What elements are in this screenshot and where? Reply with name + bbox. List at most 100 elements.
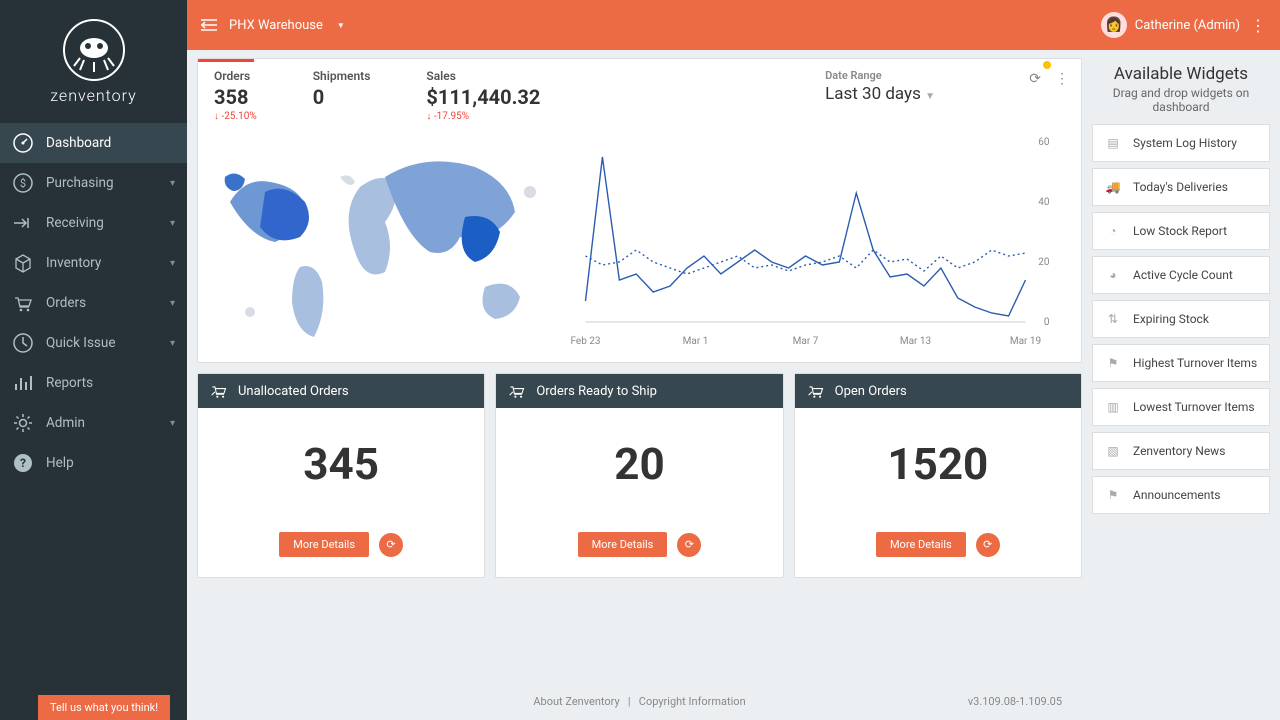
logo-icon [62, 18, 126, 82]
widgets-panel: Available Widgets Drag and drop widgets … [1092, 58, 1270, 712]
metric-card-unallocated-orders: Unallocated Orders345More Details⟳ [197, 373, 485, 578]
widget-label: Zenventory News [1133, 444, 1225, 458]
sidebar-item-purchasing[interactable]: $Purchasing▾ [0, 163, 187, 203]
card-menu-icon[interactable]: ⋮ [1055, 71, 1069, 87]
more-details-button[interactable]: More Details [578, 532, 668, 557]
svg-text:Mar 7: Mar 7 [793, 336, 819, 347]
widget-expiring-stock[interactable]: ⇅Expiring Stock [1092, 300, 1270, 338]
widget-icon: ⚑ [1103, 353, 1123, 373]
widget-announcements[interactable]: ⚑Announcements [1092, 476, 1270, 514]
widget-label: Highest Turnover Items [1133, 356, 1257, 370]
svg-text:$: $ [20, 177, 26, 190]
widget-label: Lowest Turnover Items [1133, 400, 1255, 414]
widget-zenventory-news[interactable]: ▧ Zenventory News [1092, 432, 1270, 470]
metric-card-open-orders: Open Orders 1520 More Details ⟳ [794, 373, 1082, 578]
widget-lowest-turnover-items[interactable]: ▥Lowest Turnover Items [1092, 388, 1270, 426]
logo[interactable]: zenventory [0, 0, 187, 117]
chevron-down-icon: ▾ [170, 298, 175, 309]
widget-label: Expiring Stock [1133, 312, 1209, 326]
widget-label: Low Stock Report [1133, 224, 1227, 238]
warehouse-selector[interactable]: PHX Warehouse ▼ [229, 18, 345, 33]
orders-icon [12, 292, 34, 314]
svg-text:Mar 1: Mar 1 [683, 336, 709, 347]
card-title: Open Orders [835, 384, 907, 399]
stats-row: Orders 358 ↓ -25.10% Shipments 0 Sales $… [198, 59, 1081, 126]
widget-today-s-deliveries[interactable]: 🚚 Today's Deliveries [1092, 168, 1270, 206]
widget-icon: ▧ [1103, 441, 1123, 461]
chevron-down-icon: ▾ [170, 258, 175, 269]
svg-text:0: 0 [1044, 317, 1050, 328]
user-name[interactable]: Catherine (Admin) [1135, 18, 1240, 33]
avatar[interactable]: 👩 [1101, 12, 1127, 38]
sidebar-item-orders[interactable]: Orders ▾ [0, 283, 187, 323]
nav-label: Dashboard [46, 135, 111, 151]
widget-low-stock-report[interactable]: ◔ Low Stock Report [1092, 212, 1270, 250]
more-details-button[interactable]: More Details [876, 532, 966, 557]
widgets-subtitle: Drag and drop widgets on dashboard [1092, 86, 1270, 114]
widget-label: System Log History [1133, 136, 1237, 150]
widget-system-log-history[interactable]: ▤ System Log History [1092, 124, 1270, 162]
nav-label: Orders [46, 295, 86, 311]
version-text: v3.109.08-1.109.05 [968, 695, 1062, 708]
world-map-chart[interactable] [210, 132, 550, 352]
sidebar-item-reports[interactable]: Reports [0, 363, 187, 403]
widget-icon: ◕ [1103, 265, 1123, 285]
refresh-button[interactable]: ⟳ [379, 533, 403, 557]
overview-card: Orders 358 ↓ -25.10% Shipments 0 Sales $… [197, 58, 1082, 363]
nav-label: Quick Issue [46, 335, 115, 351]
widget-icon: ⚑ [1103, 485, 1123, 505]
main: PHX Warehouse ▼ 👩 Catherine (Admin) ⋮ Or… [187, 0, 1280, 720]
metric-value: 20 [614, 438, 665, 490]
svg-text:Mar 13: Mar 13 [900, 336, 931, 347]
card-title: Orders Ready to Ship [536, 384, 657, 399]
sidebar-item-inventory[interactable]: Inventory ▾ [0, 243, 187, 283]
sidebar: zenventory Dashboard $ Purchasing ▾ Receivin… [0, 0, 187, 720]
cart-icon [210, 382, 228, 400]
stat-orders[interactable]: Orders 358 ↓ -25.10% [214, 69, 257, 122]
help-icon: ? [12, 452, 34, 474]
content: Orders 358 ↓ -25.10% Shipments 0 Sales $… [187, 50, 1280, 720]
more-details-button[interactable]: More Details [279, 532, 369, 557]
metric-value: 1520 [887, 438, 988, 490]
card-header: Unallocated Orders [198, 374, 484, 408]
widget-icon: ◔ [1103, 221, 1123, 241]
chevron-down-icon: ▾ [170, 418, 175, 429]
user-menu-icon[interactable]: ⋮ [1250, 16, 1266, 35]
widget-active-cycle-count[interactable]: ◕ Active Cycle Count [1092, 256, 1270, 294]
card-title: Unallocated Orders [238, 384, 349, 399]
cart-icon [508, 382, 526, 400]
date-range-selector[interactable]: Date Range Last 30 days ▼ [825, 69, 935, 104]
sidebar-item-admin[interactable]: Admin ▾ [0, 403, 187, 443]
footer-copyright-link[interactable]: Copyright Information [639, 695, 746, 708]
nav-label: Inventory [46, 255, 101, 271]
sidebar-item-quick-issue[interactable]: Quick Issue▾ [0, 323, 187, 363]
footer-about-link[interactable]: About Zenventory [533, 695, 619, 708]
sidebar-item-receiving[interactable]: Receiving▾ [0, 203, 187, 243]
nav: Dashboard$Purchasing▾Receiving▾Inventory… [0, 123, 187, 483]
refresh-icon[interactable]: ⟳ [1029, 71, 1041, 87]
widget-label: Active Cycle Count [1133, 268, 1233, 282]
feedback-button[interactable]: Tell us what you think! [38, 695, 170, 720]
metric-cards-row: Unallocated Orders345More Details⟳Orders… [197, 373, 1082, 578]
stat-shipments[interactable]: Shipments 0 [313, 69, 371, 109]
trend-line-chart[interactable]: 0204060Feb 23Mar 1Mar 7Mar 13Mar 19 [562, 132, 1069, 352]
sidebar-item-dashboard[interactable]: Dashboard [0, 123, 187, 163]
menu-toggle-icon[interactable] [201, 19, 217, 31]
brand-text: zenventory [0, 86, 187, 105]
widget-icon: 🚚 [1103, 177, 1123, 197]
widget-icon: ▤ [1103, 133, 1123, 153]
refresh-button[interactable]: ⟳ [976, 533, 1000, 557]
sidebar-item-help[interactable]: ?Help [0, 443, 187, 483]
widget-label: Today's Deliveries [1133, 180, 1228, 194]
widget-highest-turnover-items[interactable]: ⚑ Highest Turnover Items [1092, 344, 1270, 382]
nav-label: Reports [46, 375, 93, 391]
nav-label: Purchasing [46, 175, 114, 191]
nav-label: Admin [46, 415, 85, 431]
purchasing-icon: $ [12, 172, 34, 194]
svg-text:Mar 19: Mar 19 [1010, 336, 1041, 347]
dropdown-icon: ▼ [925, 91, 935, 102]
refresh-button[interactable]: ⟳ [677, 533, 701, 557]
stat-sales[interactable]: Sales $111,440.32 ↓ -17.95% [426, 69, 540, 122]
footer: About Zenventory | Copyright Information… [197, 691, 1082, 712]
svg-text:?: ? [20, 456, 26, 470]
